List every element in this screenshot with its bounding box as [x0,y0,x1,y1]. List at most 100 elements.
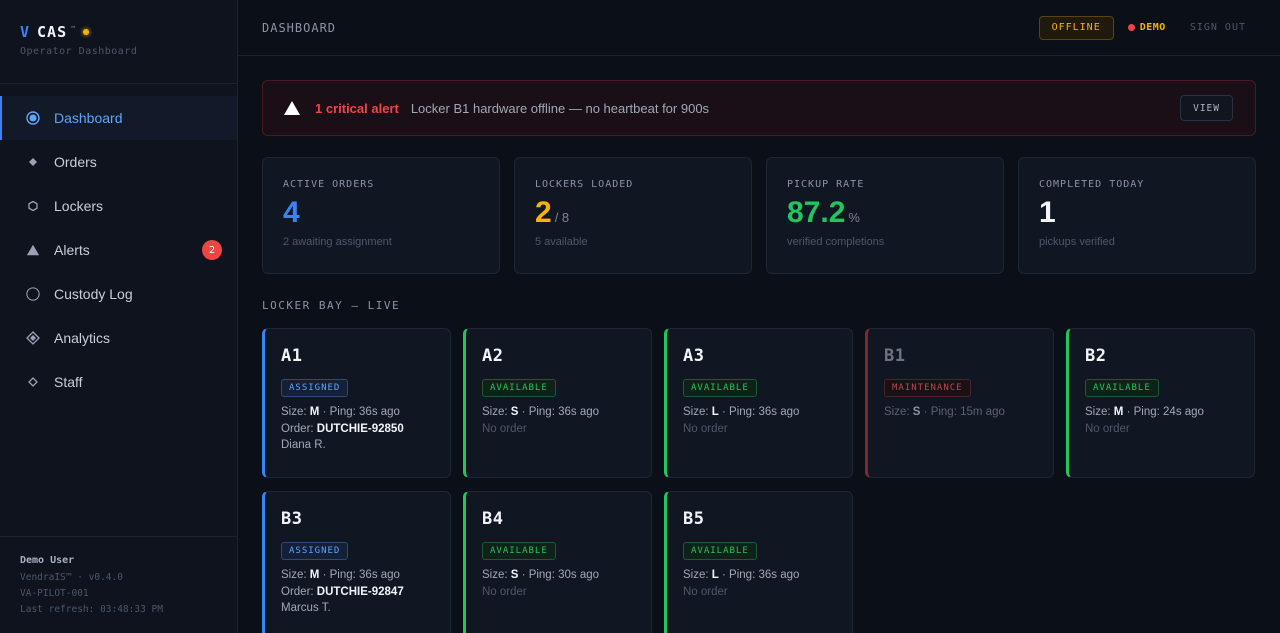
sidebar-item-label: Dashboard [54,110,123,126]
order-label: Order: [281,423,314,435]
topbar: DASHBOARD OFFLINE DEMO SIGN OUT [238,0,1280,56]
alert-message: Locker B1 hardware offline — no heartbea… [410,100,710,116]
ping-label: Ping: [1133,406,1160,418]
ping-label: Ping: [729,406,756,418]
stat-label: LOCKERS LOADED [535,179,634,190]
size-label: Size: [683,569,709,581]
locker-id: B2 [1085,346,1107,366]
sidebar-item-custody-log[interactable]: Custody Log [0,272,237,316]
sidebar-item-orders[interactable]: Orders [0,140,237,184]
brand-name: CAS [37,23,68,41]
stat-subtext: verified completions [787,236,885,248]
stat-label: ACTIVE ORDERS [283,179,375,190]
sidebar-item-lockers[interactable]: Lockers [0,184,237,228]
order-label: Order: [281,586,314,598]
sidebar: V CAS ™ Operator Dashboard Dashboard Orde… [0,0,238,633]
radio-dot-icon [26,111,40,125]
sidebar-footer: Demo User VendraIS™ · v0.4.0 VA-PILOT-00… [0,536,237,633]
app-root: V CAS ™ Operator Dashboard Dashboard Orde… [0,0,1280,633]
locker-size: S [912,406,921,418]
locker-card-b1[interactable]: B1 MAINTENANCE Size: S · Ping: 15m ago [865,328,1054,478]
locker-bay-title: LOCKER BAY — LIVE [262,299,401,312]
locker-id: A1 [281,346,303,366]
stat-card-lockers-loaded: LOCKERS LOADED 2/ 8 5 available [514,157,752,274]
locker-meta: Size: L · Ping: 36s ago [683,406,800,418]
ping-label: Ping: [930,406,957,418]
customer-name: Diana R. [281,439,326,451]
locker-card-b3[interactable]: B3 ASSIGNED Size: M · Ping: 36s ago Order: … [262,491,451,633]
sidebar-item-label: Orders [54,154,97,170]
brand-subtitle: Operator Dashboard [20,46,138,57]
stat-suffix: % [848,210,860,225]
sidebar-item-label: Analytics [54,330,111,346]
no-order-text: No order [1085,423,1130,435]
connection-status-badge: OFFLINE [1038,15,1114,40]
order-id[interactable]: DUTCHIE-92847 [317,586,404,598]
brand-mark: V [20,23,30,41]
locker-size: M [309,569,320,581]
locker-status-badge: AVAILABLE [482,542,556,560]
stat-label: PICKUP RATE [787,179,865,190]
ping-label: Ping: [729,569,756,581]
sidebar-item-alerts[interactable]: Alerts 2 [0,228,237,272]
locker-meta: Size: M · Ping: 36s ago [281,406,400,418]
size-label: Size: [482,406,508,418]
size-label: Size: [683,406,709,418]
sidebar-item-dashboard[interactable]: Dashboard [0,96,237,140]
locker-ping: 15m ago [960,406,1005,418]
locker-ping: 36s ago [359,406,400,418]
locker-ping: 36s ago [359,569,400,581]
sidebar-item-label: Staff [54,374,83,390]
no-order-text: No order [482,423,527,435]
locker-card-a1[interactable]: A1 ASSIGNED Size: M · Ping: 36s ago Order: … [262,328,451,478]
locker-size: S [510,569,519,581]
sign-out-button[interactable]: SIGN OUT [1190,22,1246,33]
order-id[interactable]: DUTCHIE-92850 [317,423,404,435]
locker-grid: A1 ASSIGNED Size: M · Ping: 36s ago Order: … [262,328,1256,633]
stat-value-row: 87.2% [787,196,983,232]
connection-dot-icon [83,29,90,35]
locker-size: M [309,406,320,418]
locker-status-badge: MAINTENANCE [884,379,971,397]
stat-card-completed-today: COMPLETED TODAY 1 pickups verified [1018,157,1256,274]
warning-triangle-icon [26,243,40,257]
hexagon-icon [26,199,40,213]
brand: V CAS ™ Operator Dashboard [0,0,237,84]
locker-status-badge: AVAILABLE [683,542,757,560]
locker-card-b4[interactable]: B4 AVAILABLE Size: S · Ping: 30s ago No ord… [463,491,652,633]
ping-label: Ping: [528,406,555,418]
stats-row: ACTIVE ORDERS 4 2 awaiting assignment LOCKE… [262,157,1256,274]
no-order-text: No order [683,586,728,598]
alert-title: 1 critical alert [315,100,399,116]
demo-dot-icon [1127,24,1135,31]
locker-ping: 36s ago [558,406,600,418]
view-alert-button[interactable]: VIEW [1180,95,1233,121]
topbar-actions: OFFLINE DEMO SIGN OUT [1038,15,1256,40]
locker-card-b5[interactable]: B5 AVAILABLE Size: L · Ping: 36s ago No ord… [664,491,853,633]
sidebar-item-label: Alerts [54,242,90,258]
sidebar-item-staff[interactable]: Staff [0,360,237,404]
locker-status-badge: AVAILABLE [482,379,556,397]
stat-value-row: 2/ 8 [535,196,731,232]
dashboard-content: 1 critical alert Locker B1 hardware offl… [238,56,1280,633]
locker-card-b2[interactable]: B2 AVAILABLE Size: M · Ping: 24s ago No ord… [1066,328,1255,478]
ping-label: Ping: [329,569,356,581]
brand-logo[interactable]: V CAS ™ [20,23,217,41]
locker-id: B3 [281,509,303,529]
locker-meta: Size: M · Ping: 24s ago [1085,406,1204,418]
stat-subtext: 2 awaiting assignment [283,236,392,248]
critical-alert-banner: 1 critical alert Locker B1 hardware offl… [262,80,1256,136]
sidebar-item-label: Custody Log [54,286,133,302]
stat-card-active-orders: ACTIVE ORDERS 4 2 awaiting assignment [262,157,500,274]
stat-subtext: 5 available [535,236,588,248]
locker-card-a2[interactable]: A2 AVAILABLE Size: S · Ping: 36s ago No ord… [463,328,652,478]
size-label: Size: [884,406,910,418]
locker-id: B4 [482,509,504,529]
site-id: VA-PILOT-001 [20,588,89,599]
sidebar-item-analytics[interactable]: Analytics [0,316,237,360]
stat-value: 2 [535,196,552,229]
diamond-outline-icon [26,331,40,345]
locker-card-a3[interactable]: A3 AVAILABLE Size: L · Ping: 36s ago No ord… [664,328,853,478]
main-area: DASHBOARD OFFLINE DEMO SIGN OUT 1 critic… [238,0,1280,633]
stat-value: 87.2 [787,196,846,229]
